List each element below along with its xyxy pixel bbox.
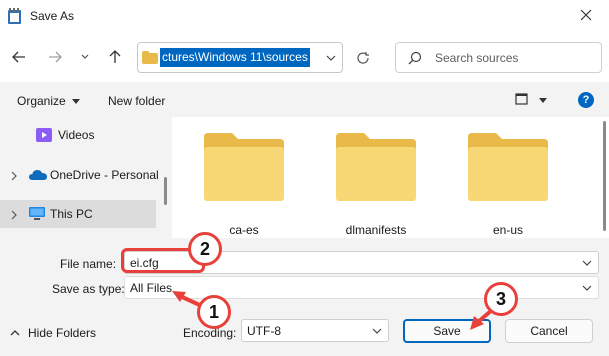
nav-item-onedrive[interactable]: OneDrive - Personal: [0, 161, 159, 189]
search-box[interactable]: Search sources: [395, 42, 602, 73]
this-pc-icon: [29, 207, 45, 220]
refresh-icon: [357, 52, 369, 64]
folder-icon: [204, 133, 284, 201]
arrow-left-icon: [12, 51, 25, 63]
encoding-select[interactable]: UTF-8: [241, 319, 389, 342]
nav-item-label: Videos: [58, 128, 95, 142]
caret-down-icon: [72, 99, 81, 104]
view-options-button[interactable]: [515, 93, 551, 107]
chevron-down-icon[interactable]: [324, 51, 338, 65]
address-bar[interactable]: ctures\Windows 11\sources: [137, 42, 343, 73]
videos-icon: [36, 128, 52, 142]
save-type-select[interactable]: All Files: [124, 276, 599, 299]
command-bar: Organize New folder ?: [0, 82, 609, 117]
annotation-badge-1: 1: [197, 295, 231, 329]
navigation-pane: Videos OneDrive - Personal This PC: [0, 117, 160, 238]
chevron-down-icon[interactable]: [372, 327, 382, 335]
nav-item-this-pc[interactable]: This PC: [0, 200, 156, 228]
file-name-label: File name:: [60, 257, 117, 271]
title-bar: Save As: [0, 0, 609, 34]
folder-icon: [336, 133, 416, 201]
folder-name: dlmanifests: [345, 223, 407, 237]
back-button[interactable]: [8, 46, 30, 68]
save-type-value[interactable]: All Files: [130, 281, 172, 295]
nav-item-label: OneDrive - Personal: [50, 168, 159, 182]
save-button[interactable]: Save: [403, 319, 491, 343]
annotation-badge-3: 3: [484, 282, 518, 316]
file-list-scrollbar[interactable]: [597, 117, 609, 238]
chevron-right-icon[interactable]: [10, 210, 18, 220]
forward-button[interactable]: [44, 46, 66, 68]
new-folder-button[interactable]: New folder: [108, 94, 165, 108]
hide-folders-label: Hide Folders: [28, 326, 97, 340]
encoding-value[interactable]: UTF-8: [247, 324, 281, 338]
search-input[interactable]: Search sources: [435, 51, 518, 65]
folder-name: en-us: [492, 223, 524, 237]
address-path[interactable]: ctures\Windows 11\sources: [160, 48, 310, 67]
refresh-button[interactable]: [352, 47, 374, 69]
hide-folders-button[interactable]: Hide Folders: [10, 326, 96, 340]
chevron-down-icon[interactable]: [582, 284, 592, 292]
folder-item[interactable]: en-us: [452, 117, 552, 238]
close-button[interactable]: [563, 0, 609, 30]
file-list: ca-es dlmanifests en-us: [172, 117, 609, 238]
arrow-up-icon: [109, 50, 121, 63]
annotation-badge-2: 2: [188, 232, 222, 266]
folder-icon: [142, 51, 158, 64]
chevron-right-icon[interactable]: [10, 171, 18, 181]
onedrive-icon: [29, 170, 47, 180]
arrow-right-icon: [49, 51, 62, 63]
up-button[interactable]: [104, 46, 126, 68]
scrollbar-thumb[interactable]: [164, 177, 167, 205]
nav-item-label: This PC: [50, 207, 93, 221]
chevron-down-icon[interactable]: [582, 259, 592, 267]
cancel-button[interactable]: Cancel: [505, 319, 593, 343]
recent-locations-button[interactable]: [74, 46, 96, 68]
window-title: Save As: [30, 9, 75, 23]
chevron-up-icon: [10, 330, 20, 336]
notepad-app-icon: [8, 8, 21, 24]
nav-pane-scrollbar[interactable]: [160, 117, 172, 238]
nav-item-videos[interactable]: Videos: [0, 121, 156, 149]
chevron-down-icon: [81, 54, 89, 59]
folder-item[interactable]: ca-es: [188, 117, 288, 238]
folder-icon: [468, 133, 548, 201]
folder-item[interactable]: dlmanifests: [320, 117, 420, 238]
organize-button[interactable]: Organize: [17, 94, 81, 108]
save-type-label: Save as type:: [52, 282, 125, 296]
organize-label: Organize: [17, 94, 66, 108]
close-icon: [580, 9, 592, 21]
help-icon[interactable]: ?: [578, 92, 594, 108]
search-icon: [408, 51, 422, 65]
scrollbar-thumb[interactable]: [603, 121, 606, 231]
